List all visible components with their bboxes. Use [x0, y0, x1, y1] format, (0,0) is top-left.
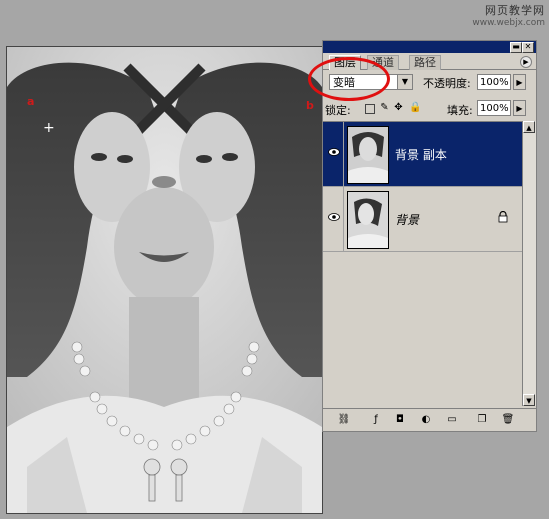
layers-list: 背景 副本 背景	[323, 121, 522, 407]
layer-lock-icon	[498, 211, 508, 223]
layer-thumbnail	[347, 126, 389, 184]
scroll-down-icon[interactable]: ▼	[523, 394, 535, 406]
tab-paths[interactable]: 路径	[409, 55, 441, 70]
new-layer-icon[interactable]: ❐	[475, 413, 489, 427]
scroll-up-icon[interactable]: ▲	[523, 121, 535, 133]
visibility-toggle[interactable]	[325, 187, 344, 251]
fill-label: 填充:	[447, 104, 473, 117]
lock-transparency-icon[interactable]	[365, 104, 375, 114]
document-canvas[interactable]: a b +	[6, 46, 323, 514]
lock-move-icon[interactable]: ✥	[393, 102, 404, 113]
opacity-label: 不透明度:	[423, 77, 471, 90]
lock-controls: 锁定: ✎ ✥ 🔒 填充: 100% ▶	[323, 99, 536, 119]
eye-icon	[328, 148, 340, 156]
lock-brush-icon[interactable]: ✎	[379, 102, 390, 113]
layer-name: 背景	[395, 213, 420, 227]
panel-titlebar[interactable]: ▬ ✕	[323, 41, 536, 53]
new-group-icon[interactable]: ▭	[445, 413, 459, 427]
eye-icon	[328, 213, 340, 221]
layer-style-icon[interactable]: ƒ	[369, 413, 383, 427]
opacity-input[interactable]: 100%	[477, 74, 511, 90]
fill-slider-arrow-icon[interactable]: ▶	[513, 100, 526, 116]
opacity-slider-arrow-icon[interactable]: ▶	[513, 74, 526, 90]
fill-input[interactable]: 100%	[477, 100, 511, 116]
panel-menu-icon[interactable]: ▶	[520, 56, 532, 68]
mirrored-portrait-image	[7, 47, 322, 513]
watermark-title: 网页教学网	[485, 4, 545, 17]
layers-scrollbar[interactable]: ▲ ▼	[522, 121, 536, 406]
layer-name: 背景 副本	[395, 148, 447, 162]
adjustment-layer-icon[interactable]: ◐	[419, 413, 433, 427]
highlight-circle	[308, 57, 390, 101]
watermark: 网页教学网 www.webjx.com	[472, 2, 545, 28]
marker-right: b	[306, 99, 314, 112]
delete-layer-icon[interactable]: 🗑	[501, 413, 515, 427]
lock-all-icon[interactable]: 🔒	[409, 102, 421, 113]
crosshair-cursor-icon: +	[43, 120, 55, 136]
link-layers-icon[interactable]: ⛓	[337, 413, 351, 427]
layer-thumbnail	[347, 191, 389, 249]
layers-toolbar: ⛓ ƒ ◘ ◐ ▭ ❐ 🗑	[323, 408, 536, 431]
visibility-toggle[interactable]	[325, 122, 344, 186]
layer-row-background[interactable]: 背景	[323, 187, 522, 252]
chevron-down-icon[interactable]: ▼	[397, 75, 412, 89]
close-icon[interactable]: ✕	[522, 42, 534, 53]
minimize-icon[interactable]: ▬	[510, 42, 522, 53]
watermark-url: www.webjx.com	[472, 18, 545, 28]
marker-left: a	[27, 95, 35, 108]
layer-mask-icon[interactable]: ◘	[393, 413, 407, 427]
layer-row-background-copy[interactable]: 背景 副本	[323, 122, 522, 187]
lock-label: 锁定:	[325, 104, 351, 117]
